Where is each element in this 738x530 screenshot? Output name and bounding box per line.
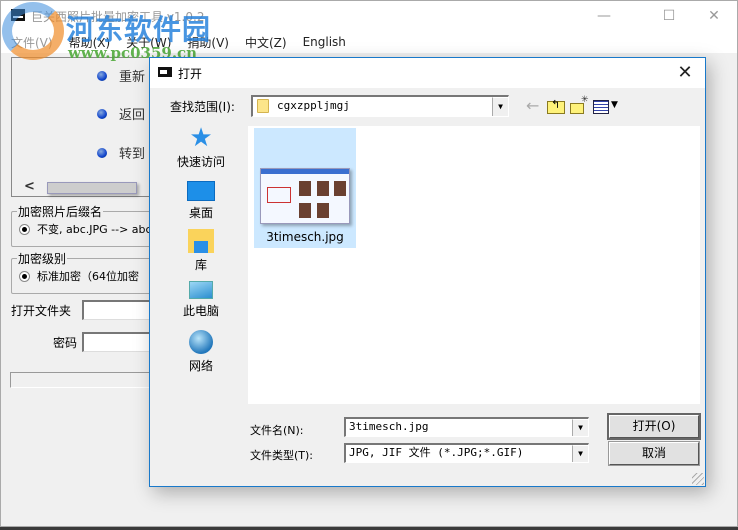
place-desktop[interactable]: 桌面: [170, 178, 232, 221]
radio-selected-icon[interactable]: [19, 223, 30, 235]
open-button[interactable]: 打开(O): [607, 413, 701, 440]
folder-icon: [257, 99, 269, 113]
dialog-icon: [158, 67, 172, 77]
filetype-dropdown[interactable]: JPG, JIF 文件 (*.JPG;*.GIF) ▼: [344, 443, 589, 463]
place-this-pc[interactable]: 此电脑: [170, 279, 232, 319]
image-thumbnail: [260, 168, 350, 224]
file-name: 3timesch.jpg: [266, 230, 344, 244]
scroll-left-icon[interactable]: <: [24, 179, 35, 194]
bullet-icon: [97, 70, 107, 81]
place-network[interactable]: 网络: [170, 330, 232, 374]
filename-label: 文件名(N):: [250, 424, 304, 437]
computer-icon: [189, 281, 213, 299]
action-panel: 重新 返回 转到 <: [11, 57, 161, 197]
chevron-down-icon[interactable]: ▼: [572, 445, 588, 462]
back-arrow-icon[interactable]: ←: [526, 98, 544, 114]
progress-bar: [10, 372, 160, 388]
desktop-icon: [187, 181, 215, 201]
maximize-button[interactable]: ☐: [646, 1, 692, 31]
password-label: 密码: [53, 336, 78, 350]
dialog-title: 打开: [178, 67, 203, 81]
up-folder-icon[interactable]: [547, 98, 565, 114]
cancel-button[interactable]: 取消: [608, 441, 700, 466]
radio-selected-icon[interactable]: [19, 270, 30, 282]
minimize-button[interactable]: —: [581, 1, 627, 31]
resize-grip[interactable]: [692, 473, 704, 485]
menu-chinese[interactable]: 中文(Z): [245, 34, 287, 51]
suffix-group: 加密照片后缀名 不变, abc.JPG --> abc.: [11, 203, 161, 247]
suffix-option[interactable]: 不变, abc.JPG --> abc.: [19, 221, 155, 237]
places-bar: ★ 快速访问 桌面 库 此电脑 网络: [170, 123, 232, 404]
network-icon: [189, 330, 213, 354]
open-file-dialog: 打开 ✕ 查找范围(I): cgxzppljmgj ▼ ← ▼ ★ 快速访问 桌…: [149, 57, 706, 487]
action-item[interactable]: 重新: [97, 66, 145, 85]
view-menu-icon[interactable]: [593, 100, 609, 114]
look-in-label: 查找范围(I):: [170, 100, 235, 114]
action-item[interactable]: 返回: [97, 104, 145, 123]
level-group: 加密级别 标准加密（64位加密: [11, 250, 161, 294]
chevron-down-icon[interactable]: ▼: [572, 419, 588, 436]
dialog-close-button[interactable]: ✕: [673, 62, 697, 84]
filetype-label: 文件类型(T):: [250, 449, 314, 462]
suffix-group-label: 加密照片后缀名: [17, 203, 104, 220]
watermark-text: 河东软件园: [66, 13, 212, 46]
place-libraries[interactable]: 库: [170, 229, 232, 273]
close-button[interactable]: ✕: [691, 1, 737, 31]
menu-english[interactable]: English: [303, 35, 346, 49]
action-item[interactable]: 转到: [97, 143, 145, 162]
new-folder-icon[interactable]: [570, 95, 589, 114]
star-icon: ★: [189, 123, 213, 153]
place-quick-access[interactable]: ★ 快速访问: [170, 123, 232, 170]
bullet-icon: [97, 108, 107, 119]
horizontal-scrollbar[interactable]: <: [12, 179, 160, 196]
chevron-down-icon[interactable]: ▼: [492, 97, 508, 116]
open-folder-label: 打开文件夹: [11, 304, 72, 318]
filename-input[interactable]: 3timesch.jpg ▼: [344, 417, 589, 437]
look-in-dropdown[interactable]: cgxzppljmgj ▼: [251, 95, 509, 117]
watermark-logo: [2, 2, 64, 60]
file-item[interactable]: 3timesch.jpg: [254, 128, 356, 248]
file-list[interactable]: 3timesch.jpg: [248, 126, 700, 404]
library-icon: [188, 229, 214, 253]
bullet-icon: [97, 147, 107, 158]
level-group-label: 加密级别: [17, 250, 68, 267]
scrollbar-thumb[interactable]: [47, 182, 137, 194]
level-option[interactable]: 标准加密（64位加密: [19, 268, 139, 284]
dialog-title-bar: 打开 ✕: [150, 58, 705, 88]
view-dropdown-icon[interactable]: ▼: [611, 100, 618, 110]
